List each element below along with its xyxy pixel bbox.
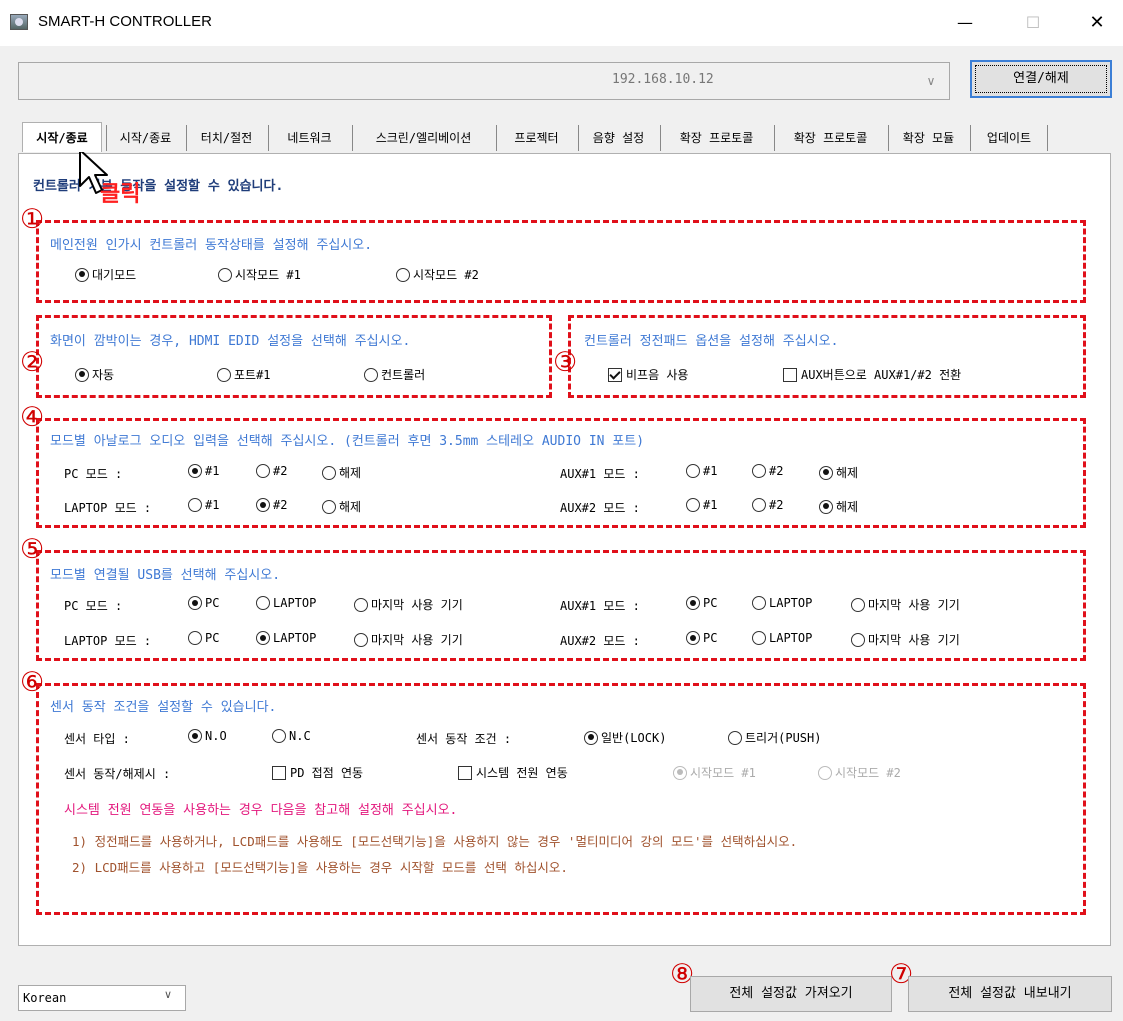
number-4-badge: ④	[20, 402, 45, 433]
number-5-badge: ⑤	[20, 534, 45, 565]
hdmi-edid-title: 화면이 깜박이는 경우, HDMI EDID 설정을 선택해 주십시오.	[50, 334, 411, 349]
edid-auto-radio[interactable]: 자동	[75, 366, 114, 383]
ip-address-combobox[interactable]	[18, 62, 950, 100]
standby-mode-radio[interactable]: 대기모드	[75, 266, 136, 283]
group-touchpad-options	[568, 315, 1086, 398]
usb-pc-laptop-radio[interactable]: LAPTOP	[256, 596, 316, 610]
audio-aux1-1-radio[interactable]: #1	[686, 464, 717, 478]
tab-projector[interactable]: 프로젝터	[496, 125, 576, 151]
power-on-mode-title: 메인전원 인가시 컨트롤러 동작상태를 설정해 주십시오.	[50, 238, 373, 253]
tab-update[interactable]: 업데이트	[970, 125, 1048, 151]
usb-pc-mode-label: PC 모드 :	[64, 599, 123, 613]
export-all-settings-button[interactable]: 전체 설정값 내보내기	[908, 976, 1112, 1012]
audio-pc-2-radio[interactable]: #2	[256, 464, 287, 478]
tab-network[interactable]: 네트워크	[268, 125, 350, 151]
usb-aux2-laptop-radio[interactable]: LAPTOP	[752, 631, 812, 645]
number-2-badge: ②	[20, 347, 45, 378]
sensor-lock-radio[interactable]: 일반(LOCK)	[584, 729, 666, 746]
release-start-mode-1-radio[interactable]: 시작모드 #1	[673, 764, 756, 781]
group-hdmi-edid	[36, 315, 552, 398]
chevron-down-icon[interactable]: ∨	[921, 70, 941, 92]
sensor-condition-label: 센서 동작 조건 :	[416, 732, 512, 746]
chevron-down-icon[interactable]: ∨	[164, 988, 172, 1001]
tab-start-end-2[interactable]: 시작/종료	[106, 125, 184, 151]
usb-aux1-laptop-radio[interactable]: LAPTOP	[752, 596, 812, 610]
audio-aux1-off-radio[interactable]: 해제	[819, 464, 858, 481]
aux-switch-checkbox[interactable]: AUX버튼으로 AUX#1/#2 전환	[783, 366, 961, 383]
audio-laptop-2-radio[interactable]: #2	[256, 498, 287, 512]
language-select[interactable]: Korean	[18, 985, 186, 1011]
audio-aux1-2-radio[interactable]: #2	[752, 464, 783, 478]
app-icon	[10, 14, 28, 30]
audio-aux2-mode-label: AUX#2 모드 :	[560, 501, 640, 515]
tab-touch-power[interactable]: 터치/절전	[186, 125, 266, 151]
sensor-nc-radio[interactable]: N.C	[272, 729, 311, 743]
usb-aux1-last-radio[interactable]: 마지막 사용 기기	[851, 596, 960, 613]
pd-contact-checkbox[interactable]: PD 접점 연동	[272, 764, 363, 781]
beep-checkbox[interactable]: 비프음 사용	[608, 366, 688, 383]
edid-port1-radio[interactable]: 포트#1	[217, 366, 271, 383]
click-annotation: 클릭	[100, 182, 141, 207]
audio-aux2-off-radio[interactable]: 해제	[819, 498, 858, 515]
audio-aux2-1-radio[interactable]: #1	[686, 498, 717, 512]
sensor-note-2: 2) LCD패드를 사용하고 [모드선택기능]을 사용하는 경우 시작할 모드를…	[72, 860, 568, 875]
sensor-release-label: 센서 동작/해제시 :	[64, 767, 171, 781]
usb-aux1-mode-label: AUX#1 모드 :	[560, 599, 640, 613]
close-button[interactable]: ✕	[1074, 8, 1120, 38]
tab-ext-protocol-2[interactable]: 확장 프로토콜	[774, 125, 886, 151]
usb-aux2-pc-radio[interactable]: PC	[686, 631, 717, 645]
tab-start-end[interactable]: 시작/종료	[22, 122, 102, 152]
sensor-push-radio[interactable]: 트리거(PUSH)	[728, 729, 821, 746]
tab-screen-elevation[interactable]: 스크린/엘리베이션	[352, 125, 494, 151]
sensor-title: 센서 동작 조건을 설정할 수 있습니다.	[50, 700, 277, 715]
release-start-mode-2-radio[interactable]: 시작모드 #2	[818, 764, 901, 781]
usb-laptop-mode-label: LAPTOP 모드 :	[64, 634, 152, 648]
usb-aux2-mode-label: AUX#2 모드 :	[560, 634, 640, 648]
usb-laptop-pc-radio[interactable]: PC	[188, 631, 219, 645]
audio-aux1-mode-label: AUX#1 모드 :	[560, 467, 640, 481]
usb-laptop-last-radio[interactable]: 마지막 사용 기기	[354, 631, 463, 648]
sensor-type-label: 센서 타입 :	[64, 732, 130, 746]
audio-laptop-1-radio[interactable]: #1	[188, 498, 219, 512]
sensor-note-1: 1) 정전패드를 사용하거나, LCD패드를 사용해도 [모드선택기능]을 사용…	[72, 834, 798, 849]
minimize-button[interactable]: —	[942, 8, 988, 38]
sensor-warning-text: 시스템 전원 연동을 사용하는 경우 다음을 참고해 설정해 주십시오.	[64, 803, 458, 818]
number-6-badge: ⑥	[20, 667, 45, 698]
audio-pc-mode-label: PC 모드 :	[64, 467, 123, 481]
usb-laptop-laptop-radio[interactable]: LAPTOP	[256, 631, 316, 645]
connect-toggle-button[interactable]: 연결/해제	[970, 60, 1112, 98]
usb-pc-pc-radio[interactable]: PC	[188, 596, 219, 610]
audio-laptop-mode-label: LAPTOP 모드 :	[64, 501, 152, 515]
audio-laptop-off-radio[interactable]: 해제	[322, 498, 361, 515]
number-3-badge: ③	[553, 347, 578, 378]
ip-address-value: 192.168.10.12	[612, 72, 714, 87]
start-mode-1-radio[interactable]: 시작모드 #1	[218, 266, 301, 283]
audio-aux2-2-radio[interactable]: #2	[752, 498, 783, 512]
usb-aux2-last-radio[interactable]: 마지막 사용 기기	[851, 631, 960, 648]
usb-aux1-pc-radio[interactable]: PC	[686, 596, 717, 610]
touchpad-options-title: 컨트롤러 정전패드 옵션을 설정해 주십시오.	[584, 334, 839, 349]
tab-audio-settings[interactable]: 음향 설정	[578, 125, 658, 151]
panel-subtitle: 컨트롤러 기본 동작을 설정할 수 있습니다.	[33, 179, 284, 194]
import-all-settings-button[interactable]: 전체 설정값 가져오기	[690, 976, 892, 1012]
start-mode-2-radio[interactable]: 시작모드 #2	[396, 266, 479, 283]
usb-mode-title: 모드별 연결될 USB를 선택해 주십시오.	[50, 568, 281, 583]
window-title: SMART-H CONTROLLER	[38, 13, 212, 30]
sensor-no-radio[interactable]: N.O	[188, 729, 227, 743]
audio-pc-off-radio[interactable]: 해제	[322, 464, 361, 481]
system-power-checkbox[interactable]: 시스템 전원 연동	[458, 764, 568, 781]
group-power-on-mode	[36, 220, 1086, 303]
tab-ext-protocol-1[interactable]: 확장 프로토콜	[660, 125, 772, 151]
audio-pc-1-radio[interactable]: #1	[188, 464, 219, 478]
analog-audio-title: 모드별 아날로그 오디오 입력을 선택해 주십시오. (컨트롤러 후면 3.5m…	[50, 434, 645, 449]
maximize-button[interactable]: ☐	[1010, 8, 1056, 38]
number-1-badge: ①	[20, 204, 45, 235]
edid-controller-radio[interactable]: 컨트롤러	[364, 366, 425, 383]
tab-ext-module[interactable]: 확장 모듈	[888, 125, 968, 151]
usb-pc-last-radio[interactable]: 마지막 사용 기기	[354, 596, 463, 613]
